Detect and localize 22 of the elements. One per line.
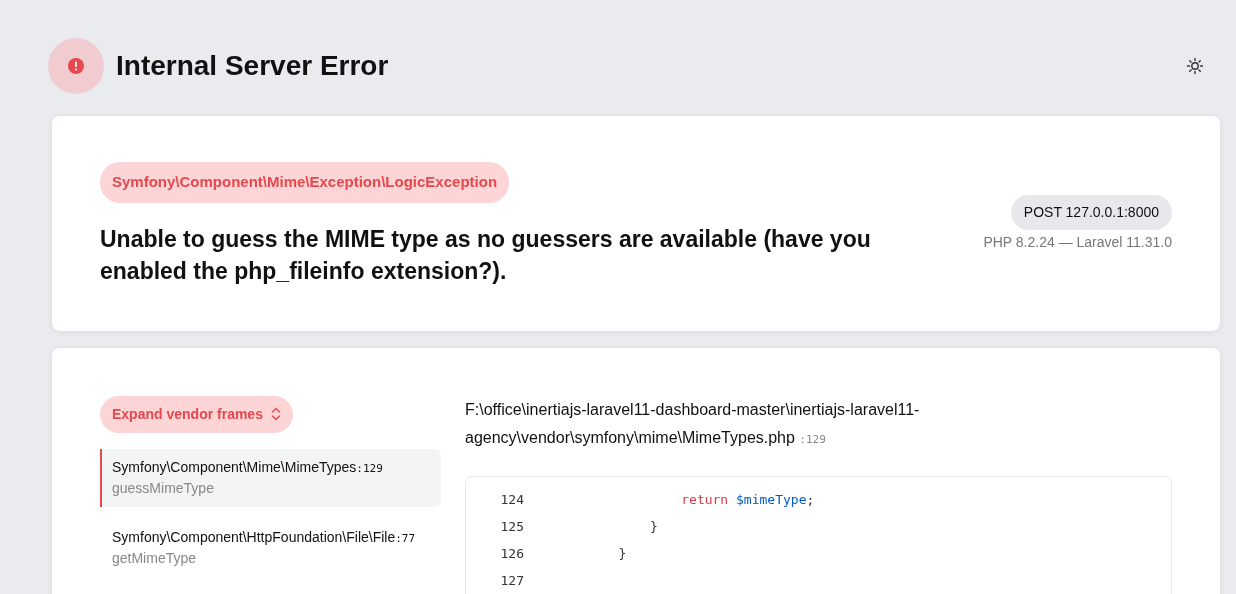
- code-line: }: [648, 517, 658, 536]
- file-path: F:\office\inertiajs-laravel11-dashboard-master\inertiajs-laravel11-agency\vendor\symfony\mime\MimeTypes.php :129: [465, 399, 921, 448]
- exception-class: Symfony\Component\Mime\Exception\LogicException: [100, 162, 510, 203]
- frame-method: guessMimeType: [112, 478, 215, 498]
- theme-toggle-icon[interactable]: [1186, 57, 1204, 75]
- line-number: 125: [499, 517, 525, 536]
- page-title: Internal Server Error: [116, 49, 389, 83]
- chevron-up-down-icon: [270, 407, 281, 421]
- frame-class: Symfony\Component\Mime\MimeTypes:129: [112, 457, 384, 477]
- stack-frame[interactable]: Symfony\Component\HttpFoundation\File\File:77 getMimeType: [100, 518, 441, 577]
- stack-frame[interactable]: Symfony\Component\Mime\MimeTypes:129 guessMimeType: [100, 448, 441, 507]
- code-line: return $mimeType;: [680, 490, 815, 509]
- frame-method: getMimeType: [112, 548, 198, 568]
- line-number: 126: [499, 544, 525, 563]
- request-label: POST 127.0.0.1:8000: [1010, 195, 1172, 231]
- exception-message: Unable to guess the MIME type as no guessers are available (have you enabled the php_fileinfo extension?).: [100, 224, 872, 286]
- line-number: 127: [499, 571, 525, 590]
- code-line: }: [617, 544, 627, 563]
- version-info: PHP 8.2.24 — Laravel 11.31.0: [983, 233, 1172, 253]
- frame-class: Symfony\Component\HttpFoundation\File\File:77: [112, 527, 417, 547]
- line-number: 124: [499, 490, 525, 509]
- error-icon: [68, 58, 84, 74]
